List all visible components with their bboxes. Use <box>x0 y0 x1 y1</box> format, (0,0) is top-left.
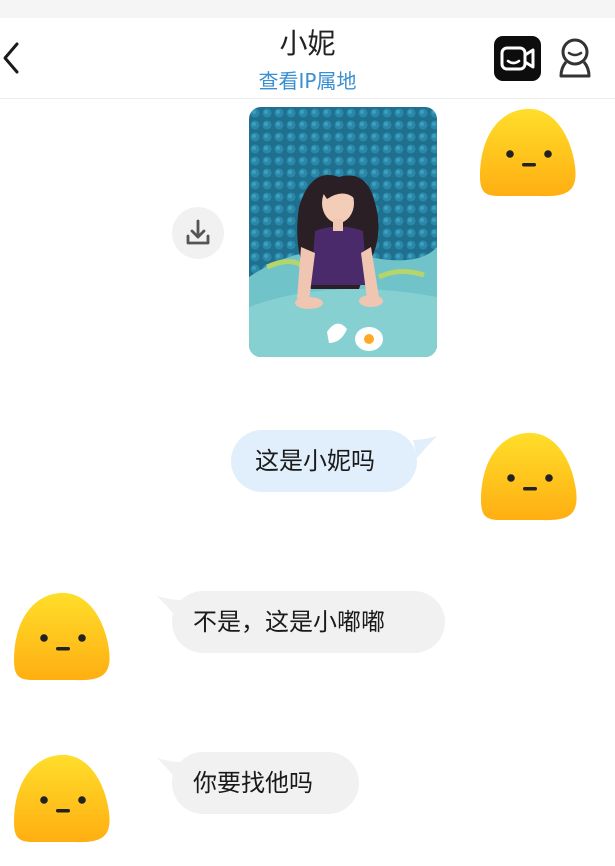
video-call-button[interactable] <box>494 36 541 81</box>
download-icon <box>186 219 210 245</box>
status-strip <box>0 0 615 18</box>
self-avatar[interactable] <box>479 106 577 198</box>
download-button[interactable] <box>172 207 224 259</box>
image-message[interactable] <box>249 107 437 357</box>
contact-avatar[interactable] <box>13 752 111 844</box>
view-ip-location-link[interactable]: 查看IP属地 <box>259 69 357 93</box>
chat-header: 小妮 查看IP属地 <box>0 18 615 99</box>
message-text: 你要找他吗 <box>193 769 313 797</box>
message-bubble-received[interactable]: 不是，这是小嘟嘟 <box>172 591 445 653</box>
bubble-tail <box>413 436 437 458</box>
self-avatar[interactable] <box>480 430 578 522</box>
video-camera-icon <box>500 46 535 71</box>
message-bubble-received[interactable]: 你要找他吗 <box>172 752 359 814</box>
profile-button[interactable] <box>555 36 595 82</box>
message-bubble-sent[interactable]: 这是小妮吗 <box>231 430 417 492</box>
contact-avatar[interactable] <box>13 590 111 682</box>
photo-thumbnail <box>249 107 437 357</box>
message-text: 这是小妮吗 <box>255 447 375 475</box>
message-text: 不是，这是小嘟嘟 <box>193 608 385 636</box>
person-outline-icon <box>559 38 591 78</box>
